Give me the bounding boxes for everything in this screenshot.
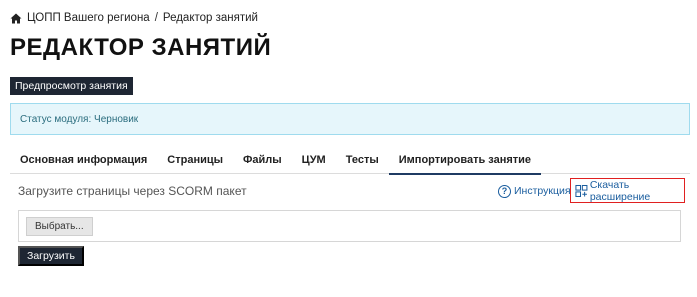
instruction-link[interactable]: ? Инструкция	[498, 183, 571, 199]
upload-button[interactable]: Загрузить	[18, 246, 84, 266]
tab-tests[interactable]: Тесты	[336, 150, 389, 174]
tab-bar: Основная информация Страницы Файлы ЦУМ Т…	[10, 150, 690, 175]
home-icon[interactable]	[10, 13, 22, 24]
instruction-link-label: Инструкция	[514, 185, 571, 197]
breadcrumb: ЦОПП Вашего региона / Редактор занятий	[10, 11, 258, 25]
breadcrumb-separator: /	[154, 12, 158, 24]
breadcrumb-item-region[interactable]: ЦОПП Вашего региона	[27, 12, 150, 24]
breadcrumb-item-editor: Редактор занятий	[162, 12, 258, 24]
upload-section-title: Загрузите страницы через SCORM пакет	[18, 184, 247, 198]
tab-basic-info[interactable]: Основная информация	[10, 150, 157, 174]
choose-file-button[interactable]: Выбрать...	[26, 217, 93, 236]
preview-lesson-button[interactable]: Предпросмотр занятия	[10, 77, 133, 95]
module-status-text: Статус модуля: Черновик	[20, 113, 139, 125]
download-extension-link[interactable]: Скачать расширение	[570, 178, 685, 203]
download-extension-label: Скачать расширение	[589, 178, 651, 203]
tab-tsum[interactable]: ЦУМ	[292, 150, 336, 174]
module-status-alert: Статус модуля: Черновик	[10, 103, 690, 135]
extension-icon	[575, 184, 588, 197]
tab-pages[interactable]: Страницы	[157, 150, 233, 174]
tab-files[interactable]: Файлы	[233, 150, 292, 174]
question-circle-icon: ?	[498, 184, 511, 198]
page-title: РЕДАКТОР ЗАНЯТИЙ	[10, 34, 272, 61]
tab-import-lesson[interactable]: Импортировать занятие	[388, 150, 542, 175]
file-input-box: Выбрать...	[18, 210, 681, 242]
